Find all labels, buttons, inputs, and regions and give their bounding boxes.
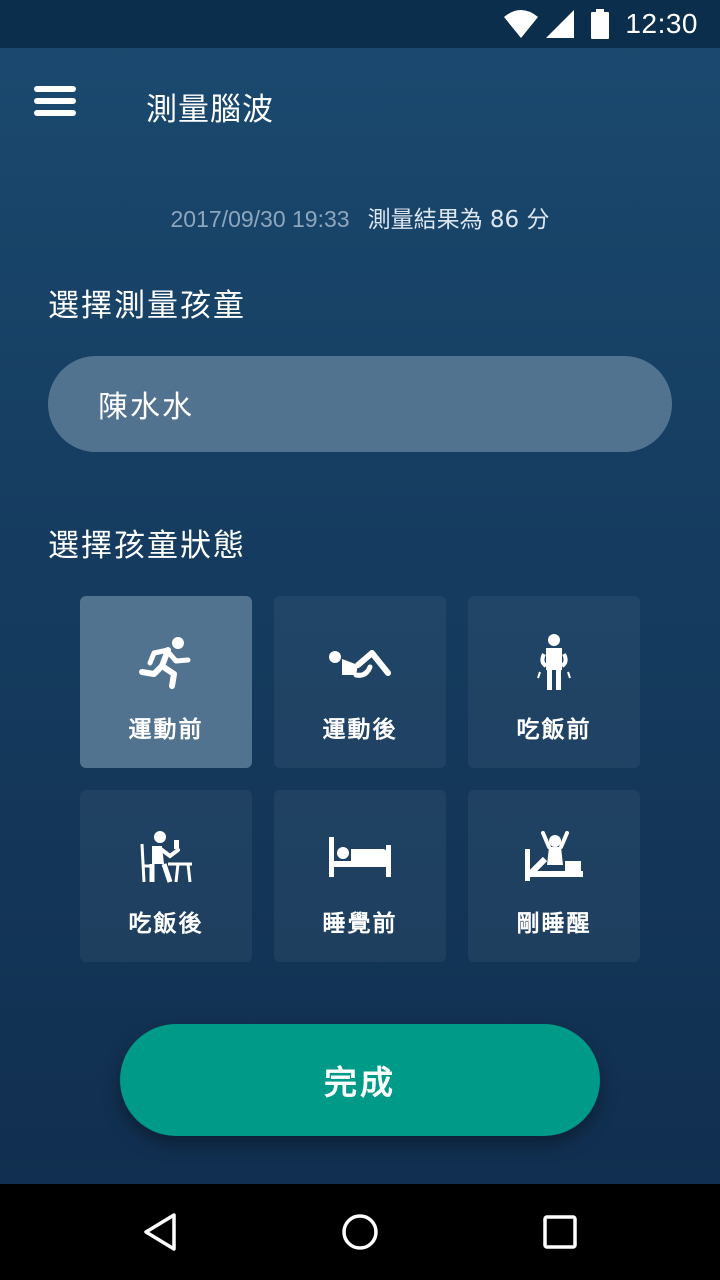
hamburger-menu-icon[interactable] bbox=[34, 86, 78, 122]
wake-up-icon bbox=[514, 822, 594, 892]
resting-icon bbox=[320, 628, 400, 698]
measurement-result: 2017/09/30 19:33 測量結果為 86 分 bbox=[0, 200, 720, 234]
child-section-label: 選擇測量孩童 bbox=[48, 288, 246, 324]
state-label: 運動後 bbox=[322, 717, 398, 743]
status-icons: 12:30 bbox=[503, 6, 698, 42]
state-label: 剛睡醒 bbox=[516, 911, 592, 937]
signal-icon bbox=[546, 10, 575, 38]
back-icon[interactable] bbox=[136, 1208, 184, 1256]
state-label: 睡覺前 bbox=[322, 911, 398, 937]
page-title: 測量腦波 bbox=[146, 92, 274, 128]
battery-icon bbox=[591, 9, 610, 39]
state-label: 吃飯前 bbox=[516, 717, 592, 743]
result-text: 測量結果為 86 分 bbox=[367, 207, 550, 233]
status-time: 12:30 bbox=[625, 8, 698, 39]
wifi-icon bbox=[504, 10, 539, 38]
app-screen: 12:30 測量腦波 2017/09/30 19:33 測量結果為 86 分 選擇… bbox=[0, 0, 720, 1184]
dining-icon bbox=[126, 822, 206, 892]
state-section-label: 選擇孩童狀態 bbox=[48, 528, 246, 564]
state-card-just-woke-up[interactable]: 剛睡醒 bbox=[468, 790, 640, 962]
child-selector[interactable]: 陳水水 bbox=[48, 356, 672, 452]
system-nav-bar bbox=[0, 1184, 720, 1280]
state-label: 吃飯後 bbox=[128, 911, 204, 937]
state-card-before-sleep[interactable]: 睡覺前 bbox=[274, 790, 446, 962]
bed-icon bbox=[320, 822, 400, 892]
state-card-before-meal[interactable]: 吃飯前 bbox=[468, 596, 640, 768]
status-bar: 12:30 bbox=[0, 0, 720, 48]
recents-icon[interactable] bbox=[536, 1208, 584, 1256]
result-timestamp: 2017/09/30 19:33 bbox=[170, 206, 350, 232]
home-icon[interactable] bbox=[336, 1208, 384, 1256]
state-card-after-exercise[interactable]: 運動後 bbox=[274, 596, 446, 768]
selected-child-name: 陳水水 bbox=[98, 390, 194, 425]
standing-person-icon bbox=[514, 628, 594, 698]
running-icon bbox=[126, 628, 206, 698]
state-card-before-exercise[interactable]: 運動前 bbox=[80, 596, 252, 768]
state-grid: 運動前 運動後 吃飯前 吃飯後 睡覺前 剛睡醒 bbox=[80, 596, 640, 962]
state-label: 運動前 bbox=[128, 717, 204, 743]
done-button[interactable]: 完成 bbox=[120, 1024, 600, 1136]
state-card-after-meal[interactable]: 吃飯後 bbox=[80, 790, 252, 962]
